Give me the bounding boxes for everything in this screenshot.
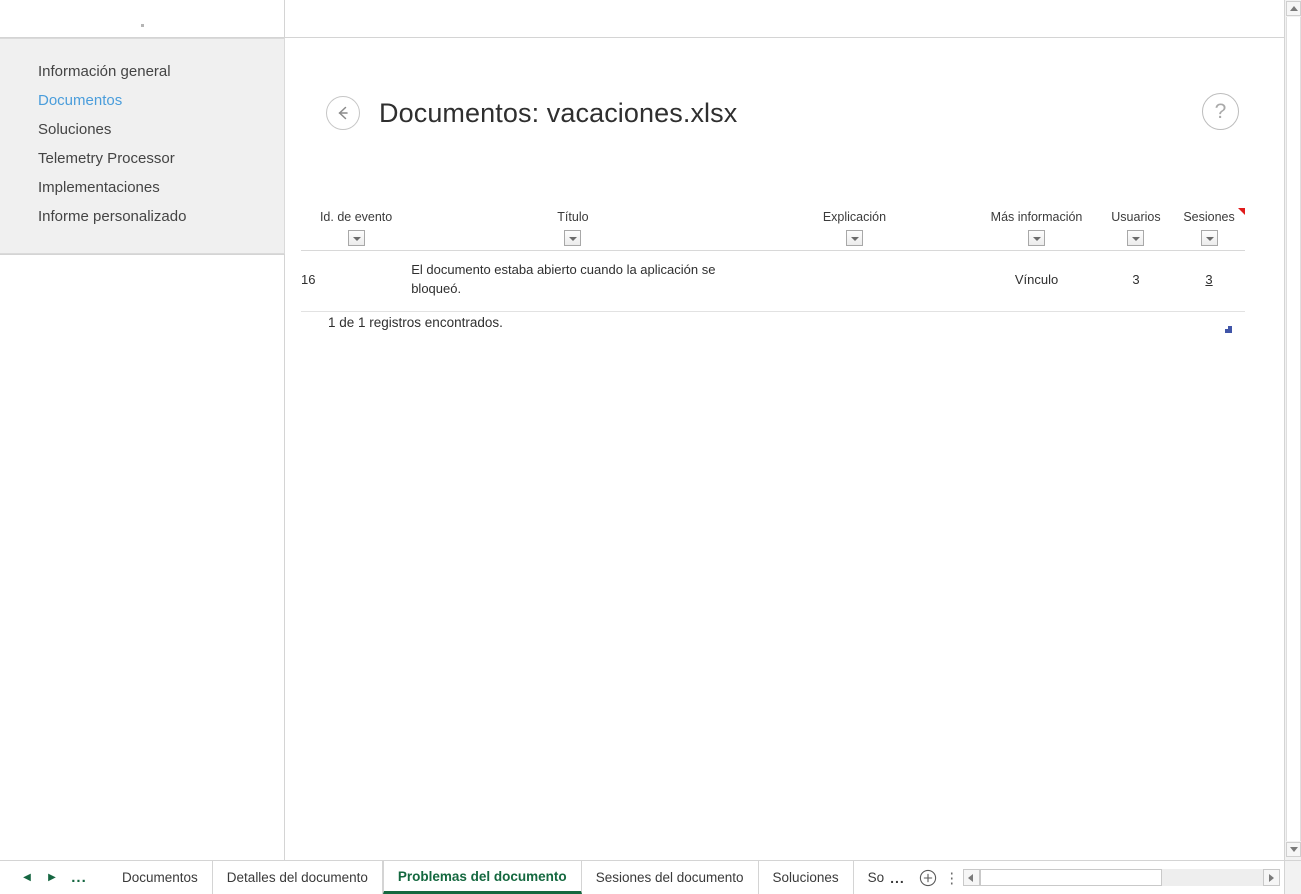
cell-explanation [734, 251, 975, 312]
column-header-mas-informacion: Más información [974, 210, 1099, 250]
scroll-up-arrow-icon[interactable] [1286, 1, 1301, 16]
cell-users-count: 3 [1098, 251, 1174, 312]
table-row[interactable]: 16 El documento estaba abierto cuando la… [301, 251, 1245, 312]
nav-next-arrow-icon[interactable]: ▶ [41, 865, 63, 891]
filter-dropdown-icon-id-de-evento[interactable] [347, 230, 365, 246]
vertical-scrollbar[interactable] [1284, 0, 1301, 894]
cell-sessions-count: 3 [1173, 251, 1245, 312]
sidebar-item-implementaciones[interactable]: Implementaciones [0, 173, 284, 202]
sheet-tab-detalles-del-documento[interactable]: Detalles del documento [213, 861, 383, 894]
filter-dropdown-icon-explicacion[interactable] [845, 230, 863, 246]
column-label: Sesiones [1183, 210, 1235, 224]
scroll-down-arrow-icon[interactable] [1286, 842, 1301, 857]
column-label: Id. de evento [319, 210, 393, 224]
nav-ellipsis-icon[interactable]: ... [66, 865, 92, 891]
sheet-tab-bar: ◀ ▶ ... Documentos Detalles del document… [0, 860, 1284, 894]
column-label: Usuarios [1111, 210, 1161, 224]
cell-title: El documento estaba abierto cuando la ap… [411, 251, 735, 312]
more-options-kebab-icon[interactable]: ⋮ [943, 861, 961, 894]
filter-dropdown-icon-mas-informacion[interactable] [1028, 230, 1046, 246]
sidebar-item-soluciones[interactable]: Soluciones [0, 115, 284, 144]
sidebar-item-informacion-general[interactable]: Información general [0, 57, 284, 86]
horizontal-scrollbar-track[interactable] [979, 869, 1263, 886]
sessions-drilldown-link[interactable]: 3 [1205, 272, 1212, 287]
scroll-left-arrow-icon[interactable] [962, 869, 980, 886]
sheet-tabs-overflow-icon[interactable]: ... [888, 861, 913, 894]
report-table-container: Id. de evento Título Explicación Más inf… [285, 208, 1245, 312]
sidebar-item-telemetry-processor[interactable]: Telemetry Processor [0, 144, 284, 173]
column-header-sesiones: Sesiones [1173, 208, 1245, 250]
column-header-titulo: Título [411, 210, 734, 250]
records-found-label: 1 de 1 registros encontrados. [328, 315, 503, 330]
column-label: Más información [990, 210, 1083, 224]
sheet-tab-so-partial[interactable]: So [854, 861, 889, 894]
page-title: Documentos: vacaciones.xlsx [379, 97, 738, 128]
table-resize-handle[interactable] [1225, 326, 1232, 333]
column-header-usuarios: Usuarios [1099, 210, 1173, 250]
sheet-tab-navigation: ◀ ▶ ... [0, 861, 108, 894]
report-table: Id. de evento Título Explicación Más inf… [301, 208, 1245, 250]
help-question-icon[interactable]: ? [1202, 93, 1239, 130]
main-content-panel: Documentos: vacaciones.xlsx ? Id. de eve… [285, 38, 1276, 860]
sheet-tab-problemas-del-documento[interactable]: Problemas del documento [382, 861, 582, 894]
navigation-sidebar: Información general Documentos Solucione… [0, 38, 285, 254]
cell-dot-artifact [141, 24, 144, 27]
filter-dropdown-icon-sesiones[interactable] [1200, 230, 1218, 246]
column-header-id-de-evento: Id. de evento [301, 210, 411, 250]
comment-indicator-icon [1238, 208, 1245, 215]
excel-telemetry-dashboard: Información general Documentos Solucione… [0, 0, 1301, 894]
horizontal-scrollbar-thumb[interactable] [979, 869, 1162, 886]
column-label: Título [557, 210, 589, 224]
add-sheet-plus-icon[interactable] [913, 861, 943, 894]
grid-line-horizontal-mid [0, 254, 285, 255]
sheet-tabs-list: Documentos Detalles del documento Proble… [108, 861, 913, 894]
sheet-tab-documentos[interactable]: Documentos [108, 861, 213, 894]
cell-more-info-link[interactable]: Vínculo [974, 251, 1099, 312]
tabbar-corner-cap [1284, 860, 1301, 894]
sidebar-item-documentos[interactable]: Documentos [0, 86, 284, 115]
page-header: Documentos: vacaciones.xlsx [326, 96, 737, 130]
sheet-tab-soluciones[interactable]: Soluciones [759, 861, 854, 894]
sidebar-item-informe-personalizado[interactable]: Informe personalizado [0, 202, 284, 231]
column-label: Explicación [822, 210, 887, 224]
scroll-right-arrow-icon[interactable] [1263, 869, 1280, 886]
back-arrow-icon[interactable] [326, 96, 360, 130]
cell-event-id: 16 [301, 251, 412, 312]
nav-prev-arrow-icon[interactable]: ◀ [16, 865, 38, 891]
sheet-tab-sesiones-del-documento[interactable]: Sesiones del documento [582, 861, 759, 894]
filter-dropdown-icon-titulo[interactable] [564, 230, 582, 246]
vertical-scrollbar-track[interactable] [1286, 17, 1301, 841]
table-header-row: Id. de evento Título Explicación Más inf… [301, 208, 1245, 250]
filter-dropdown-icon-usuarios[interactable] [1127, 230, 1145, 246]
column-header-explicacion: Explicación [735, 210, 975, 250]
horizontal-scrollbar[interactable] [961, 861, 1284, 894]
report-table-body: 16 El documento estaba abierto cuando la… [301, 251, 1245, 312]
